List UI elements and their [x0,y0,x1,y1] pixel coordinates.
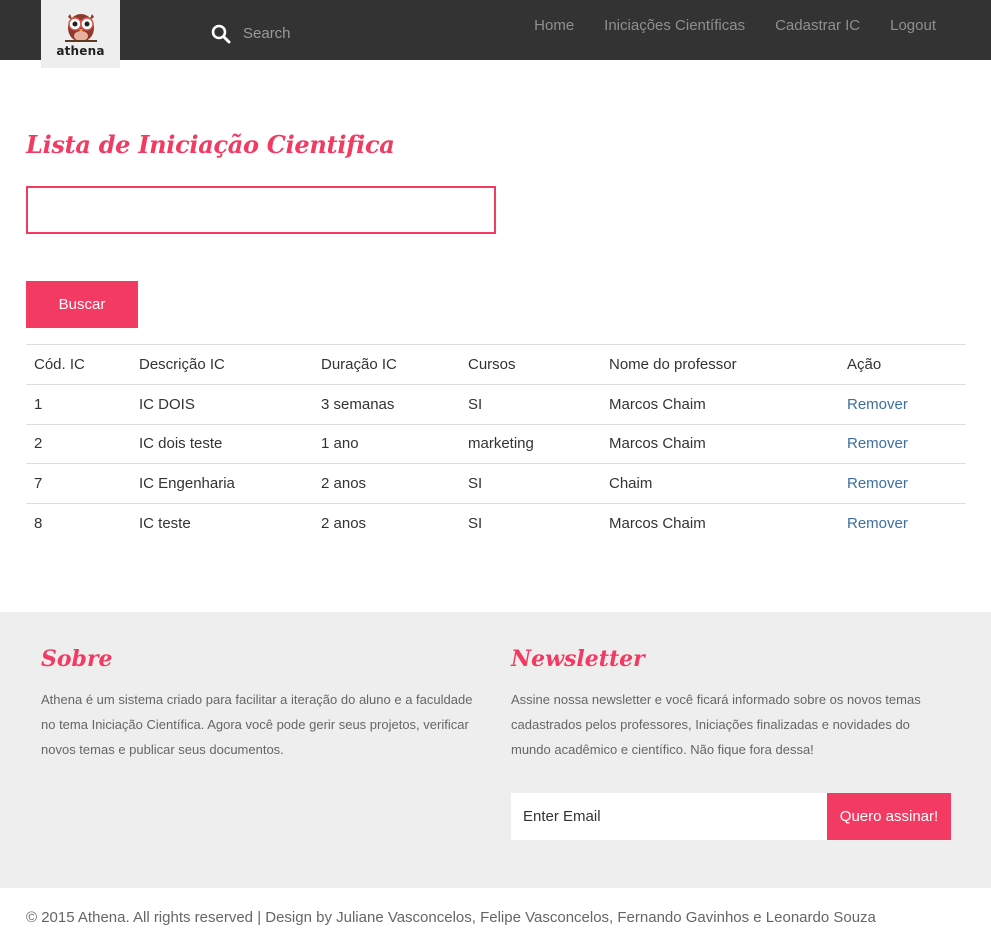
header-cod-ic: Cód. IC [26,344,131,385]
email-input[interactable] [511,793,827,840]
cell-duration: 3 semanas [313,384,460,424]
remover-link[interactable]: Remover [847,515,908,532]
newsletter-line: cadastrados pelos professores, Iniciaçõe… [511,717,910,732]
newsletter-text: Assine nossa newsletter e você ficará in… [511,687,921,762]
cell-professor: Chaim [601,463,839,503]
cell-course: SI [460,384,601,424]
newsletter-line: Assine nossa newsletter e você ficará in… [511,692,921,707]
remover-link[interactable]: Remover [847,396,908,413]
filter-input[interactable] [26,186,496,234]
cell-code: 1 [26,384,131,424]
remover-link[interactable]: Remover [847,435,908,452]
cell-code: 2 [26,423,131,464]
athena-logo[interactable]: athena [41,0,120,68]
about-line: Athena é um sistema criado para facilita… [41,692,473,707]
search-input[interactable] [243,22,403,44]
cell-course: SI [460,502,601,543]
cell-code: 8 [26,502,131,543]
top-navbar: athena Home Iniciações Científicas Cadas… [0,0,991,68]
cell-professor: Marcos Chaim [601,384,839,424]
remover-link[interactable]: Remover [847,475,908,492]
newsletter-heading: Newsletter [511,646,645,672]
header-cursos: Cursos [460,344,601,385]
about-line: no tema Iniciação Científica. Agora você… [41,717,469,732]
nav-home[interactable]: Home [534,17,574,34]
cell-action: Remover [839,463,966,503]
buscar-button[interactable]: Buscar [26,281,138,328]
table-row: 1 IC DOIS 3 semanas SI Marcos Chaim Remo… [26,384,966,424]
cell-professor: Marcos Chaim [601,423,839,464]
cell-duration: 1 ano [313,423,460,464]
about-line: novos temas e publicar seus documentos. [41,742,284,757]
cell-description: IC Engenharia [131,463,313,503]
header-duracao-ic: Duração IC [313,344,460,385]
cell-action: Remover [839,423,966,464]
header-descricao-ic: Descrição IC [131,344,313,385]
table-header-row: Cód. IC Descrição IC Duração IC Cursos N… [26,344,966,385]
header-nome-professor: Nome do professor [601,344,839,385]
ic-table: Cód. IC Descrição IC Duração IC Cursos N… [26,344,966,543]
page-title: Lista de Iniciação Cientifica [26,130,395,159]
newsletter-line: mundo acadêmico e científico. Não fique … [511,742,814,757]
nav-cadastrar-ic[interactable]: Cadastrar IC [775,17,860,34]
cell-duration: 2 anos [313,463,460,503]
logo-text: athena [56,43,105,58]
table-row: 8 IC teste 2 anos SI Marcos Chaim Remove… [26,502,966,543]
owl-logo-icon [64,13,97,42]
header-acao: Ação [839,344,966,385]
cell-course: marketing [460,423,601,464]
cell-action: Remover [839,384,966,424]
cell-description: IC DOIS [131,384,313,424]
subscribe-button[interactable]: Quero assinar! [827,793,951,840]
nav-logout[interactable]: Logout [890,17,936,34]
cell-course: SI [460,463,601,503]
cell-description: IC dois teste [131,423,313,464]
table-row: 2 IC dois teste 1 ano marketing Marcos C… [26,423,966,464]
main-nav: Home Iniciações Científicas Cadastrar IC… [534,17,991,34]
cell-duration: 2 anos [313,502,460,543]
cell-action: Remover [839,502,966,543]
cell-description: IC teste [131,502,313,543]
about-text: Athena é um sistema criado para facilita… [41,687,472,762]
copyright-text: © 2015 Athena. All rights reserved | Des… [26,909,876,926]
cell-professor: Marcos Chaim [601,502,839,543]
search-icon[interactable] [211,24,231,44]
nav-iniciacoes-cientificas[interactable]: Iniciações Científicas [604,17,745,34]
about-heading: Sobre [41,646,113,672]
table-row: 7 IC Engenharia 2 anos SI Chaim Remover [26,463,966,503]
cell-code: 7 [26,463,131,503]
